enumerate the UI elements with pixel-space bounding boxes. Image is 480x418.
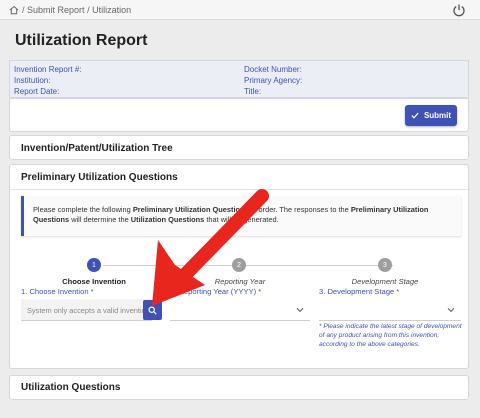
submit-card: Submit [9, 98, 469, 132]
notice-text: in order. The responses to the [248, 205, 351, 214]
chevron-down-icon [447, 307, 455, 313]
chevron-down-icon [296, 307, 304, 313]
notice-text: will determine the [69, 215, 131, 224]
step-1-name: Choose Invention [62, 277, 126, 286]
page-title: Utilization Report [15, 32, 148, 49]
breadcrumb-utilization: Utilization [92, 4, 132, 15]
primary-agency-label: Primary Agency: [244, 76, 303, 85]
breadcrumb-submit-report[interactable]: Submit Report [27, 5, 85, 15]
invention-report-number-label: Invention Report #: [14, 65, 82, 74]
tree-section[interactable]: Invention/Patent/Utilization Tree [9, 135, 469, 160]
reporting-year-label: 2. Reporting Year (YYYY) * [170, 287, 262, 296]
instructions-notice: Please complete the following Preliminar… [21, 196, 461, 236]
tree-section-title: Invention/Patent/Utilization Tree [21, 143, 173, 154]
preliminary-section: Preliminary Utilization Questions Please… [9, 164, 469, 369]
stepper-line [103, 265, 393, 266]
submit-label: Submit [423, 111, 452, 120]
development-stage-note: * Please indicate the latest stage of de… [319, 323, 462, 348]
invention-input[interactable]: System only accepts a valid invention [21, 299, 152, 321]
development-stage-select[interactable] [319, 299, 461, 321]
notice-text: that will be generated. [204, 215, 279, 224]
step-1-circle[interactable]: 1 [87, 258, 101, 272]
step-2-name: Reporting Year [214, 277, 266, 286]
docket-number-label: Docket Number: [244, 65, 302, 74]
title-label: Title: [244, 87, 262, 96]
home-icon[interactable] [9, 5, 19, 15]
divider [10, 189, 468, 190]
reporting-year-select[interactable] [170, 299, 310, 321]
utilization-section-title: Utilization Questions [21, 382, 121, 393]
step-2-circle[interactable]: 2 [232, 258, 246, 272]
top-bar: / Submit Report / Utilization [0, 0, 480, 20]
power-icon[interactable] [452, 3, 466, 17]
notice-bold: Preliminary Utilization Questions [132, 205, 249, 214]
utilization-section[interactable]: Utilization Questions [9, 375, 469, 400]
report-date-label: Report Date: [14, 87, 60, 96]
submit-button[interactable]: Submit [405, 105, 457, 126]
preliminary-section-title: Preliminary Utilization Questions [21, 172, 178, 183]
search-icon [148, 306, 157, 315]
institution-label: Institution: [14, 76, 51, 85]
choose-invention-label: 1. Choose Invention * [21, 287, 94, 296]
breadcrumb-separator: / [22, 4, 25, 15]
notice-bold: Utilization Questions [130, 215, 205, 224]
report-info-panel: Invention Report #: Institution: Report … [9, 60, 469, 98]
step-3-name: Development Stage [351, 277, 419, 286]
breadcrumb-separator: / [87, 4, 90, 15]
notice-text: Please complete the following [33, 205, 133, 214]
check-icon [411, 112, 419, 119]
development-stage-label: 3. Development Stage * [319, 287, 400, 296]
search-button[interactable] [143, 300, 162, 320]
step-3-circle[interactable]: 3 [378, 258, 392, 272]
